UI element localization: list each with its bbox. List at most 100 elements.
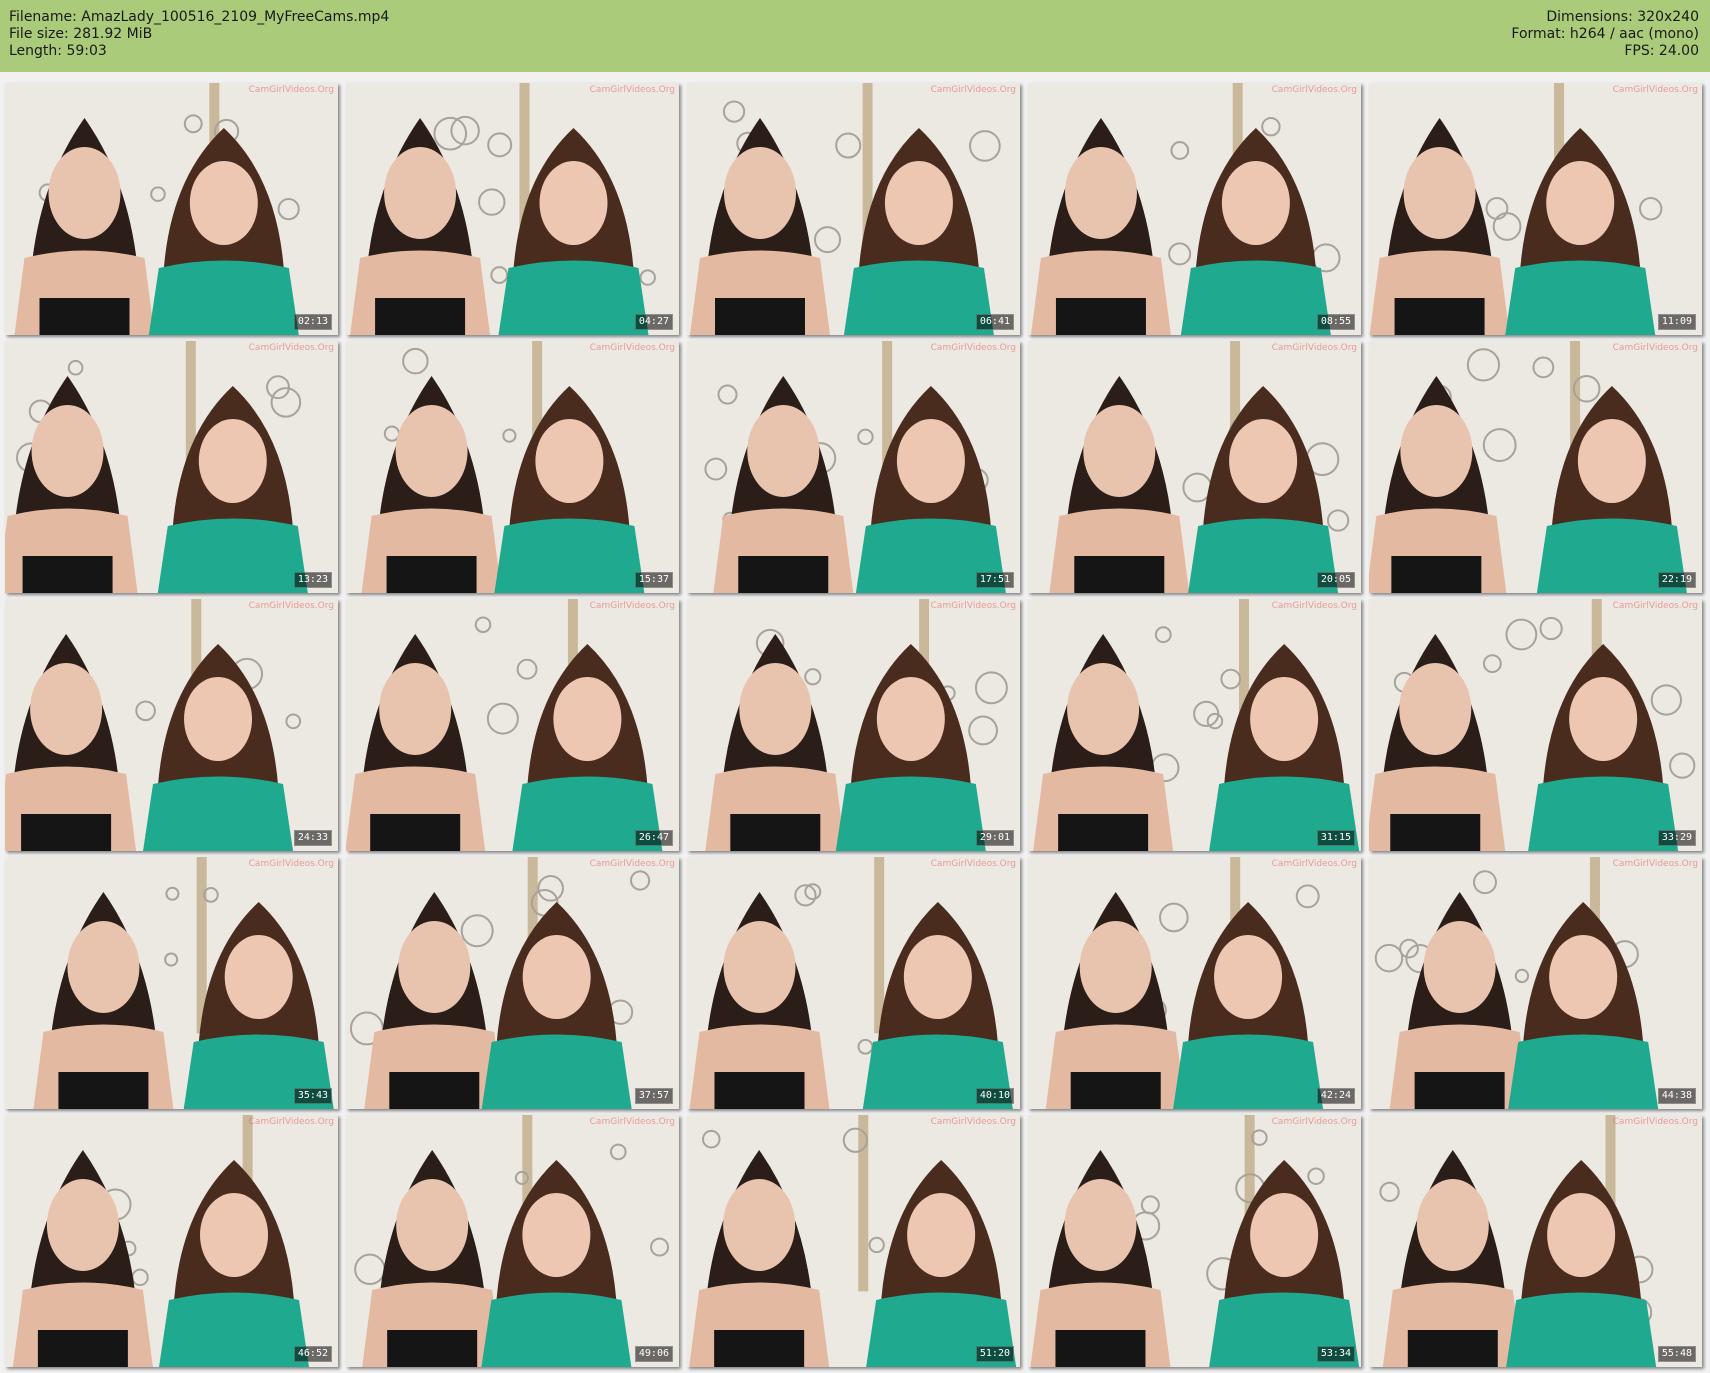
thumbnail[interactable]: CamGirlVideos.Org 13:23	[5, 341, 338, 593]
thumbnail[interactable]: CamGirlVideos.Org 53:34	[1028, 1115, 1361, 1367]
black-top	[22, 556, 113, 593]
thumbnail[interactable]: CamGirlVideos.Org 44:38	[1369, 857, 1702, 1109]
watermark: CamGirlVideos.Org	[1271, 343, 1357, 353]
watermark: CamGirlVideos.Org	[1612, 1117, 1698, 1127]
thumbnail[interactable]: CamGirlVideos.Org 17:51	[687, 341, 1020, 593]
face	[884, 161, 953, 245]
watermark: CamGirlVideos.Org	[589, 1117, 675, 1127]
black-top	[37, 1330, 128, 1367]
black-top	[386, 556, 477, 593]
face	[1403, 147, 1476, 239]
face	[907, 1193, 976, 1277]
black-top	[1391, 556, 1482, 593]
video-frame	[687, 599, 1020, 851]
face	[1214, 935, 1283, 1019]
thumbnail[interactable]: CamGirlVideos.Org 35:43	[5, 857, 338, 1109]
teal-top	[1505, 260, 1656, 335]
teal-top	[1173, 1034, 1324, 1109]
face	[184, 677, 253, 761]
video-frame	[1028, 83, 1361, 335]
thumbnail[interactable]: CamGirlVideos.Org 06:41	[687, 83, 1020, 335]
thumbnail[interactable]: CamGirlVideos.Org 55:48	[1369, 1115, 1702, 1367]
face	[1064, 147, 1137, 239]
timestamp-label: 17:51	[975, 572, 1014, 588]
face	[379, 663, 452, 755]
thumbnail[interactable]: CamGirlVideos.Org 49:06	[346, 1115, 679, 1367]
watermark: CamGirlVideos.Org	[930, 343, 1016, 353]
video-frame	[346, 83, 679, 335]
timestamp-label: 51:20	[975, 1346, 1014, 1362]
face	[31, 405, 104, 497]
thumbnail[interactable]: CamGirlVideos.Org 04:27	[346, 83, 679, 335]
thumbnail[interactable]: CamGirlVideos.Org 51:20	[687, 1115, 1020, 1367]
teal-top	[481, 1034, 632, 1109]
teal-top	[1506, 1292, 1657, 1367]
black-top	[730, 814, 821, 851]
teal-top	[498, 260, 649, 335]
watermark: CamGirlVideos.Org	[930, 601, 1016, 611]
thumbnail[interactable]: CamGirlVideos.Org 33:29	[1369, 599, 1702, 851]
door-frame	[874, 857, 885, 1034]
face	[1546, 161, 1615, 245]
thumbnail[interactable]: CamGirlVideos.Org 37:57	[346, 857, 679, 1109]
face	[723, 147, 796, 239]
thumbnail[interactable]: CamGirlVideos.Org 24:33	[5, 599, 338, 851]
black-top	[1070, 1072, 1161, 1109]
thumbnail[interactable]: CamGirlVideos.Org 11:09	[1369, 83, 1702, 335]
face	[739, 663, 812, 755]
thumbnail[interactable]: CamGirlVideos.Org 46:52	[5, 1115, 338, 1367]
timestamp-label: 13:23	[293, 572, 332, 588]
black-top	[1055, 298, 1146, 335]
thumbnail[interactable]: CamGirlVideos.Org 29:01	[687, 599, 1020, 851]
dimensions-text: Dimensions: 320x240	[1546, 9, 1699, 25]
face	[1083, 405, 1156, 497]
face	[1549, 935, 1618, 1019]
timestamp-label: 44:38	[1657, 1088, 1696, 1104]
watermark: CamGirlVideos.Org	[930, 85, 1016, 95]
video-frame	[687, 83, 1020, 335]
thumbnail[interactable]: CamGirlVideos.Org 08:55	[1028, 83, 1361, 335]
timestamp-label: 15:37	[634, 572, 673, 588]
timestamp-label: 11:09	[1657, 314, 1696, 330]
watermark: CamGirlVideos.Org	[930, 859, 1016, 869]
face	[1416, 1179, 1489, 1271]
thumbnail[interactable]: CamGirlVideos.Org 31:15	[1028, 599, 1361, 851]
video-frame	[1028, 599, 1361, 851]
length-text: Length: 59:03	[9, 43, 107, 59]
video-frame	[1369, 857, 1702, 1109]
thumbnail[interactable]: CamGirlVideos.Org 42:24	[1028, 857, 1361, 1109]
thumbnail[interactable]: CamGirlVideos.Org 15:37	[346, 341, 679, 593]
face	[723, 921, 796, 1013]
face	[395, 405, 468, 497]
video-frame	[1369, 83, 1702, 335]
face	[903, 935, 972, 1019]
timestamp-label: 46:52	[293, 1346, 332, 1362]
timestamp-label: 49:06	[634, 1346, 673, 1362]
timestamp-label: 40:10	[975, 1088, 1014, 1104]
video-frame	[1028, 341, 1361, 593]
timestamp-label: 22:19	[1657, 572, 1696, 588]
timestamp-label: 42:24	[1316, 1088, 1355, 1104]
video-frame	[346, 857, 679, 1109]
thumbnail[interactable]: CamGirlVideos.Org 20:05	[1028, 341, 1361, 593]
black-top	[1394, 298, 1485, 335]
filename-text: Filename: AmazLady_100516_2109_MyFreeCam…	[9, 9, 390, 25]
face	[1250, 1193, 1319, 1277]
timestamp-label: 06:41	[975, 314, 1014, 330]
thumbnail[interactable]: CamGirlVideos.Org 40:10	[687, 857, 1020, 1109]
black-top	[1407, 1330, 1498, 1367]
thumbnail[interactable]: CamGirlVideos.Org 02:13	[5, 83, 338, 335]
black-top	[21, 814, 112, 851]
video-frame	[5, 83, 338, 335]
watermark: CamGirlVideos.Org	[1612, 601, 1698, 611]
file-info-left: Filename: AmazLady_100516_2109_MyFreeCam…	[9, 9, 389, 60]
thumbnail[interactable]: CamGirlVideos.Org 22:19	[1369, 341, 1702, 593]
face	[1079, 921, 1152, 1013]
video-frame	[346, 599, 679, 851]
timestamp-label: 26:47	[634, 830, 673, 846]
video-frame	[5, 599, 338, 851]
face	[1577, 419, 1646, 503]
teal-top	[1528, 776, 1679, 851]
thumbnail[interactable]: CamGirlVideos.Org 26:47	[346, 599, 679, 851]
video-frame	[1369, 599, 1702, 851]
